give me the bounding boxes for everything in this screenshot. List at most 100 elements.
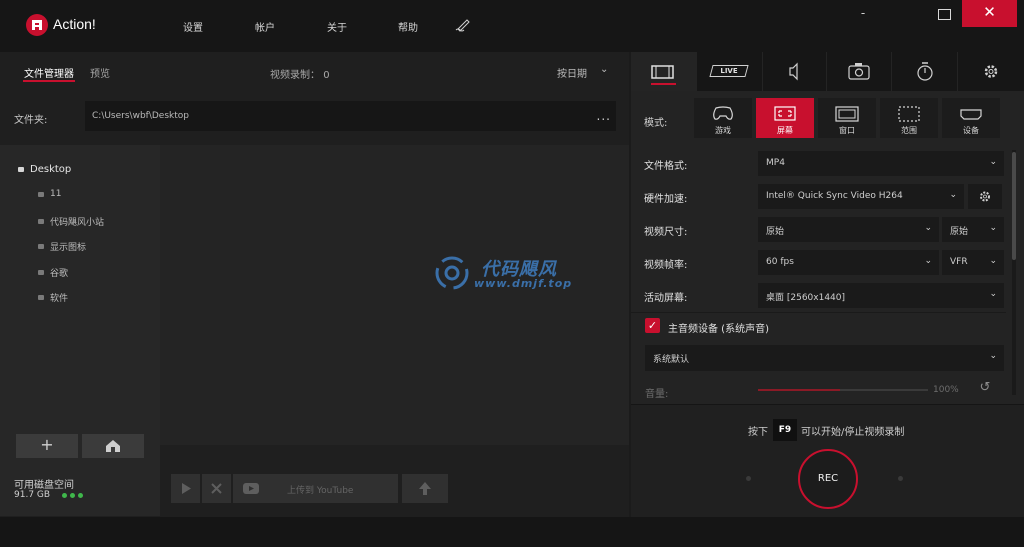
chevron-down-icon[interactable]: ⌄ [600, 64, 608, 75]
scrollbar-thumb[interactable] [1012, 152, 1016, 260]
pen-icon[interactable] [455, 16, 473, 35]
upload-button[interactable] [402, 474, 448, 503]
folder-path-text: C:\Users\wbf\Desktop [92, 111, 189, 121]
watermark-url: www.dmjf.top [474, 277, 573, 290]
mode-window-label: 窗口 [839, 126, 855, 135]
mode-game-label: 游戏 [715, 126, 731, 135]
delete-button[interactable] [202, 474, 231, 503]
tree-item[interactable]: 代码飓风小站 [38, 215, 104, 228]
reset-icon[interactable]: ↺ [973, 380, 997, 400]
video-size-secondary-select[interactable]: 原始 ⌄ [942, 217, 1004, 242]
mode-window-button[interactable]: 窗口 [818, 98, 876, 138]
chevron-down-icon: ⌄ [989, 256, 997, 266]
tab-video[interactable] [631, 52, 697, 91]
hw-accel-select[interactable]: Intel® Quick Sync Video H264 ⌄ [758, 184, 964, 209]
tab-settings[interactable] [958, 52, 1024, 91]
menu-account[interactable]: 帐户 [255, 19, 275, 34]
chevron-down-icon: ⌄ [989, 223, 997, 233]
mode-game-button[interactable]: 游戏 [694, 98, 752, 138]
tab-screenshot[interactable] [827, 52, 892, 91]
mode-region-label: 范围 [901, 126, 917, 135]
close-button[interactable]: ✕ [962, 0, 1017, 27]
status-bar [0, 517, 1024, 547]
play-icon [182, 483, 191, 494]
gear-icon [980, 191, 990, 202]
add-folder-button[interactable]: + [16, 434, 78, 458]
divider [631, 312, 1006, 313]
play-button[interactable] [171, 474, 200, 503]
film-icon [651, 65, 674, 79]
maximize-button[interactable] [930, 6, 958, 26]
video-size-select[interactable]: 原始 ⌄ [758, 217, 939, 242]
speaker-icon [789, 62, 798, 81]
sort-dropdown[interactable]: 按日期 [557, 65, 587, 80]
audio-device-label: 主音频设备 (系统声音) [668, 324, 769, 335]
video-size-label: 视频尺寸: [644, 227, 688, 238]
frame-rate-mode-select[interactable]: VFR ⌄ [942, 250, 1004, 275]
chevron-down-icon: ⌄ [924, 256, 932, 266]
folder-path-field[interactable]: C:\Users\wbf\Desktop ... [85, 101, 616, 131]
upload-youtube-button[interactable]: 上传到 YouTube [233, 474, 398, 503]
mode-device-label: 设备 [963, 126, 979, 135]
video-size-value: 原始 [766, 227, 785, 237]
active-screen-label: 活动屏幕: [644, 293, 688, 304]
audio-device-select[interactable]: 系统默认 ⌄ [645, 345, 1004, 371]
minimize-button[interactable]: - [850, 6, 876, 26]
maximize-icon [938, 9, 951, 20]
menu-help[interactable]: 帮助 [398, 19, 418, 34]
mode-screen-button[interactable]: 屏幕 [756, 98, 814, 138]
chevron-down-icon: ⌄ [989, 157, 997, 167]
folder-icon [38, 270, 44, 275]
tab-audio[interactable] [763, 52, 827, 91]
check-icon: ✓ [647, 319, 658, 332]
menu-settings[interactable]: 设置 [183, 19, 203, 34]
tree-item-desktop[interactable]: Desktop [18, 164, 71, 175]
mode-device-button[interactable]: 设备 [942, 98, 1000, 138]
hotkey-hint-text: 可以开始/停止视频录制 [801, 427, 905, 438]
frame-rate-mode-value: VFR [950, 257, 968, 267]
browse-folder-button[interactable]: ... [597, 109, 611, 123]
disk-space-label: 可用磁盘空间 [14, 480, 74, 491]
mode-label: 模式: [644, 118, 668, 129]
live-label: LIVE [720, 67, 738, 75]
active-tab-indicator [651, 83, 676, 85]
encoder-settings-button[interactable] [968, 184, 1002, 209]
camera-icon [848, 63, 870, 80]
tree-item-label: Desktop [30, 164, 72, 175]
video-list-area [160, 145, 629, 445]
app-logo [26, 14, 48, 36]
upload-icon [419, 482, 431, 495]
frame-rate-label: 视频帧率: [644, 260, 688, 271]
frame-rate-select[interactable]: 60 fps ⌄ [758, 250, 939, 275]
tab-preview[interactable]: 预览 [90, 65, 110, 80]
hotkey-badge: F9 [773, 419, 797, 441]
folder-icon [38, 295, 44, 300]
file-format-select[interactable]: MP4 ⌄ [758, 151, 1004, 176]
tab-live[interactable]: LIVE [697, 52, 763, 91]
tree-item-label: 谷歌 [50, 269, 69, 279]
home-folder-button[interactable] [82, 434, 144, 458]
tab-timer[interactable] [892, 52, 958, 91]
chevron-down-icon: ⌄ [949, 190, 957, 200]
tree-item[interactable]: 软件 [38, 291, 68, 304]
home-icon [106, 440, 120, 452]
close-icon: ✕ [983, 3, 996, 21]
disk-space-value: 91.7 GB [14, 490, 51, 500]
app-title: Action! [53, 16, 96, 32]
volume-value: 100% [933, 385, 959, 395]
stopwatch-icon [917, 62, 933, 81]
volume-label: 音量: [645, 389, 669, 400]
folder-icon [18, 167, 24, 172]
folder-label: 文件夹: [14, 115, 48, 126]
tree-item[interactable]: 谷歌 [38, 266, 68, 279]
record-button[interactable]: REC [798, 449, 858, 509]
audio-device-checkbox[interactable]: ✓ [645, 318, 660, 333]
tree-item[interactable]: 11 [38, 189, 61, 199]
active-screen-select[interactable]: 桌面 [2560x1440] ⌄ [758, 283, 1004, 308]
menu-about[interactable]: 关于 [327, 19, 347, 34]
tree-item[interactable]: 显示图标 [38, 240, 86, 253]
mode-region-button[interactable]: 范围 [880, 98, 938, 138]
hw-accel-value: Intel® Quick Sync Video H264 [766, 191, 903, 201]
disk-status-dot [62, 493, 67, 498]
tab-file-manager[interactable]: 文件管理器 [24, 65, 74, 80]
